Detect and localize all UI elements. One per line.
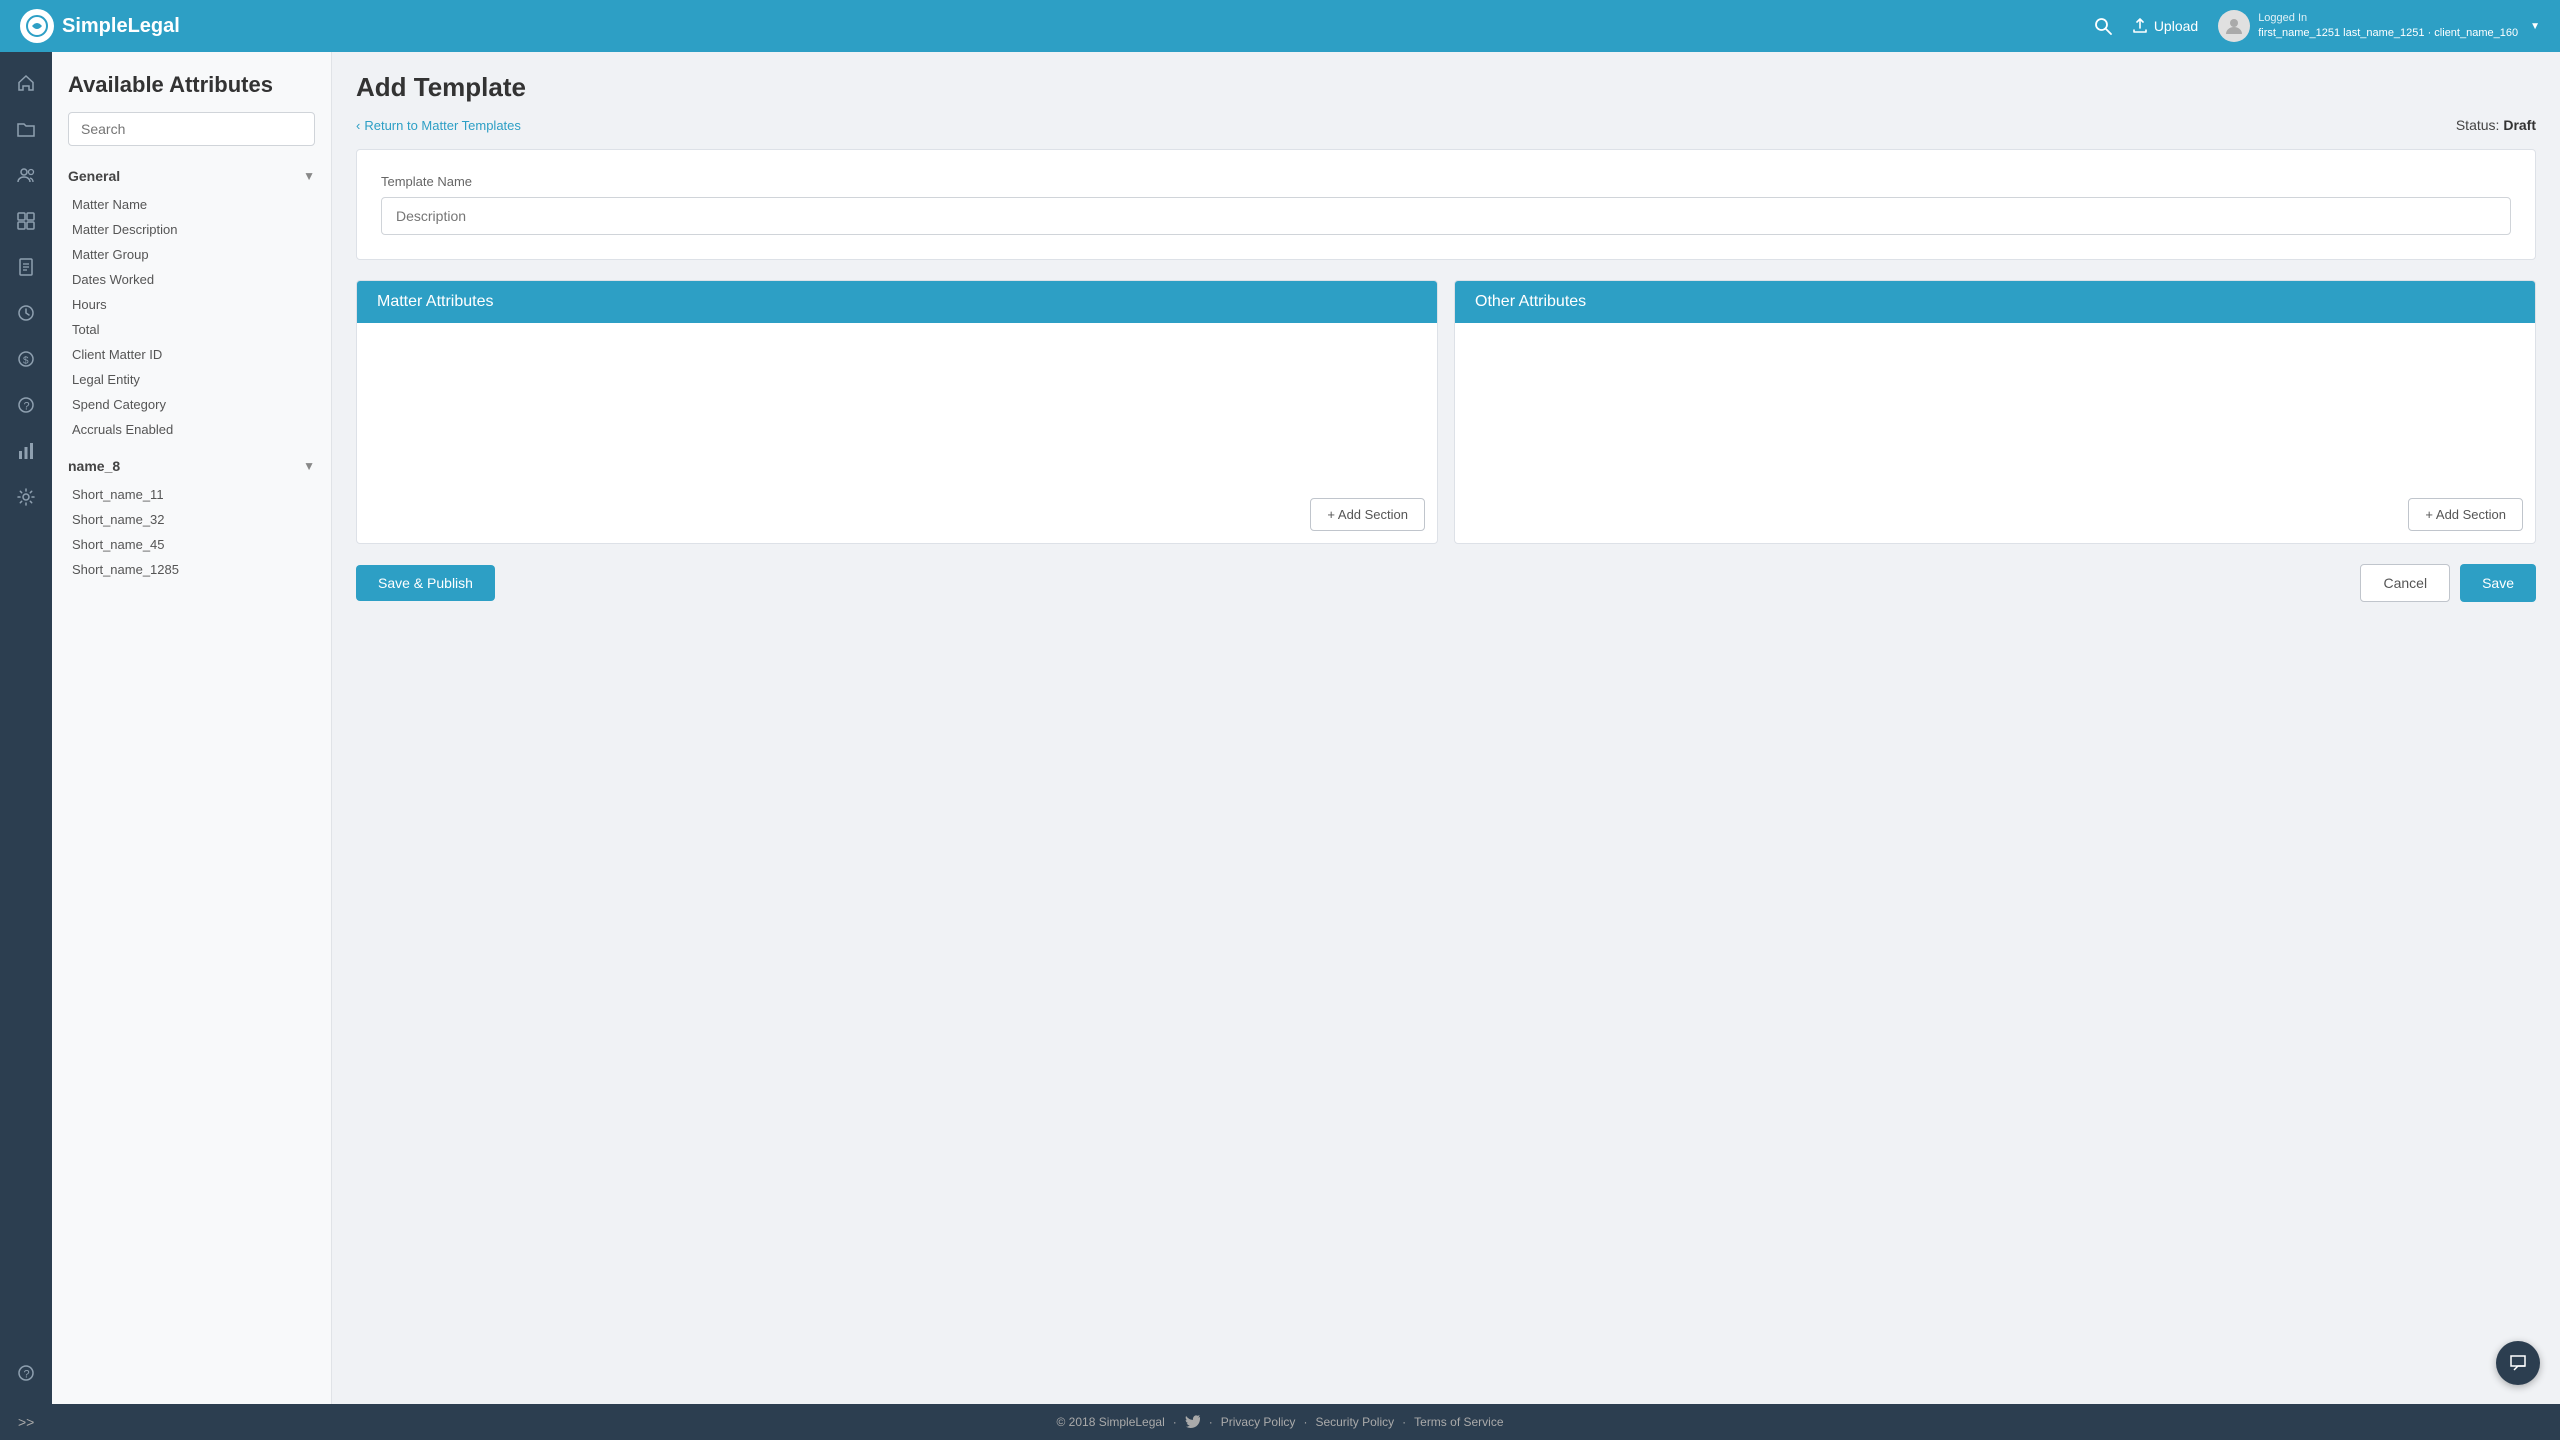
save-button[interactable]: Save (2460, 564, 2536, 602)
general-chevron-icon: ▼ (303, 169, 315, 183)
app-name: SimpleLegal (62, 15, 180, 38)
save-publish-button[interactable]: Save & Publish (356, 565, 495, 601)
other-attributes-panel: Other Attributes + Add Section (1454, 280, 2536, 544)
sidebar-item-settings[interactable] (5, 476, 47, 518)
main-layout: $ ? ? Available Attributes General ▼ Mat… (0, 52, 2560, 1404)
name8-group: name_8 ▼ Short_name_11 Short_name_32 Sho… (68, 454, 315, 582)
app-logo[interactable]: SimpleLegal (20, 9, 180, 43)
content-area: Add Template ‹ Return to Matter Template… (332, 52, 2560, 1404)
matter-attributes-body: + Add Section (357, 323, 1437, 543)
sidebar-item-home[interactable] (5, 62, 47, 104)
sidebar-item-dashboard[interactable] (5, 200, 47, 242)
available-attributes-title: Available Attributes (68, 72, 315, 98)
security-policy-link[interactable]: Security Policy (1315, 1415, 1394, 1429)
cancel-button[interactable]: Cancel (2360, 564, 2450, 602)
sidebar-item-analytics[interactable] (5, 430, 47, 472)
matter-attributes-panel: Matter Attributes + Add Section (356, 280, 1438, 544)
upload-button[interactable]: Upload (2132, 18, 2198, 34)
attr-short-name-45[interactable]: Short_name_45 (68, 532, 315, 557)
sidebar-item-users[interactable] (5, 154, 47, 196)
svg-text:?: ? (24, 401, 30, 413)
general-group-header[interactable]: General ▼ (68, 164, 315, 188)
privacy-policy-link[interactable]: Privacy Policy (1221, 1415, 1296, 1429)
terms-of-service-link[interactable]: Terms of Service (1414, 1415, 1503, 1429)
user-info: Logged In first_name_1251 last_name_1251… (2258, 11, 2518, 42)
other-add-section-button[interactable]: + Add Section (2408, 498, 2523, 531)
name8-group-items: Short_name_11 Short_name_32 Short_name_4… (68, 482, 315, 582)
svg-text:?: ? (24, 1369, 30, 1381)
attr-accruals-enabled[interactable]: Accruals Enabled (68, 417, 315, 442)
attr-client-matter-id[interactable]: Client Matter ID (68, 342, 315, 367)
attr-matter-group[interactable]: Matter Group (68, 242, 315, 267)
sidebar-item-billing[interactable]: $ (5, 338, 47, 380)
sidebar-icons: $ ? ? (0, 52, 52, 1404)
sidebar-item-help[interactable]: ? (5, 1352, 47, 1394)
other-attributes-header: Other Attributes (1455, 281, 2535, 323)
user-menu[interactable]: Logged In first_name_1251 last_name_1251… (2218, 10, 2540, 42)
sidebar-item-clock[interactable] (5, 292, 47, 334)
template-name-input[interactable] (381, 197, 2511, 235)
footer-right-buttons: Cancel Save (2360, 564, 2536, 602)
page-footer: >> © 2018 SimpleLegal · · Privacy Policy… (0, 1404, 2560, 1440)
topnav-right: Upload Logged In first_name_1251 last_na… (2094, 10, 2540, 42)
attributes-grid: Matter Attributes + Add Section Other At… (356, 280, 2536, 544)
search-icon[interactable] (2094, 17, 2112, 35)
other-attributes-body: + Add Section (1455, 323, 2535, 543)
name8-chevron-icon: ▼ (303, 459, 315, 473)
logo-icon (20, 9, 54, 43)
sidebar-item-invoices[interactable] (5, 246, 47, 288)
attr-legal-entity[interactable]: Legal Entity (68, 367, 315, 392)
chat-widget[interactable] (2496, 1341, 2540, 1385)
matter-add-section-button[interactable]: + Add Section (1310, 498, 1425, 531)
top-navigation: SimpleLegal Upload Logged In first_name_… (0, 0, 2560, 52)
user-dropdown-chevron: ▼ (2530, 21, 2540, 32)
attr-dates-worked[interactable]: Dates Worked (68, 267, 315, 292)
attr-short-name-32[interactable]: Short_name_32 (68, 507, 315, 532)
attr-short-name-1285[interactable]: Short_name_1285 (68, 557, 315, 582)
sidebar-expand-icon[interactable]: >> (18, 1414, 34, 1430)
sidebar-item-folder[interactable] (5, 108, 47, 150)
breadcrumb-row: ‹ Return to Matter Templates Status: Dra… (356, 117, 2536, 133)
left-panel: Available Attributes General ▼ Matter Na… (52, 52, 332, 1404)
sidebar-item-question[interactable]: ? (5, 384, 47, 426)
twitter-icon[interactable] (1185, 1414, 1201, 1430)
back-arrow-icon: ‹ (356, 118, 360, 133)
breadcrumb-link[interactable]: ‹ Return to Matter Templates (356, 118, 521, 133)
attr-matter-description[interactable]: Matter Description (68, 217, 315, 242)
attr-hours[interactable]: Hours (68, 292, 315, 317)
page-title: Add Template (356, 72, 2536, 103)
attr-matter-name[interactable]: Matter Name (68, 192, 315, 217)
search-input[interactable] (68, 112, 315, 146)
status-text: Status: Draft (2456, 117, 2536, 133)
matter-attributes-header: Matter Attributes (357, 281, 1437, 323)
template-name-label: Template Name (381, 174, 2511, 189)
general-group-items: Matter Name Matter Description Matter Gr… (68, 192, 315, 442)
attr-spend-category[interactable]: Spend Category (68, 392, 315, 417)
footer-actions: Save & Publish Cancel Save (356, 564, 2536, 622)
attr-total[interactable]: Total (68, 317, 315, 342)
name8-group-header[interactable]: name_8 ▼ (68, 454, 315, 478)
svg-text:$: $ (23, 356, 29, 367)
attr-short-name-11[interactable]: Short_name_11 (68, 482, 315, 507)
avatar (2218, 10, 2250, 42)
template-name-card: Template Name (356, 149, 2536, 260)
general-group: General ▼ Matter Name Matter Description… (68, 164, 315, 442)
